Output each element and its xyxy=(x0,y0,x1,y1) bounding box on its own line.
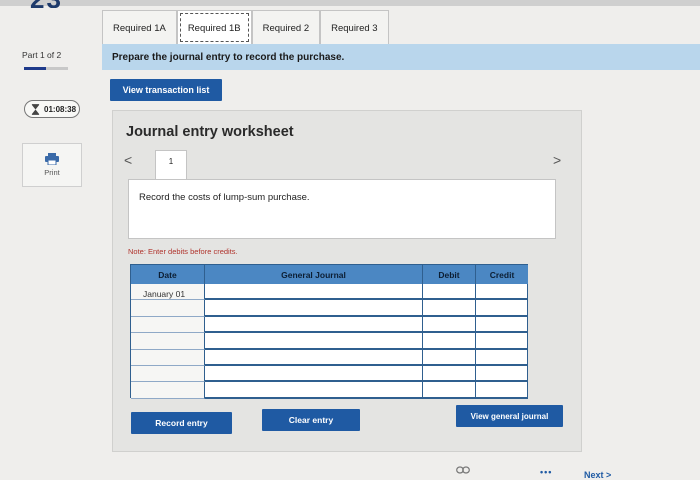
row-4-credit-cell[interactable] xyxy=(476,333,528,350)
row-5-account-cell[interactable] xyxy=(205,349,423,366)
row-5-credit-cell[interactable] xyxy=(476,350,528,366)
part-progress-empty xyxy=(46,67,68,70)
tab-required-3[interactable]: Required 3 xyxy=(320,10,389,45)
row-1-date-cell[interactable]: January 01 xyxy=(131,284,205,301)
row-6-account-cell[interactable] xyxy=(205,366,423,383)
journal-table: Date General Journal Debit Credit Januar… xyxy=(130,264,528,399)
part-label: Part 1 of 2 xyxy=(22,50,62,60)
row-6-date-cell[interactable] xyxy=(131,366,205,383)
row-3-date-cell[interactable] xyxy=(131,316,205,334)
row-2-account-cell[interactable] xyxy=(205,300,423,317)
row-1-debit-cell[interactable] xyxy=(423,284,476,301)
prev-page-icon[interactable]: < xyxy=(124,152,132,168)
timer-value: 01:08:38 xyxy=(44,104,77,114)
col-header-credit: Credit xyxy=(476,265,528,284)
more-dots-icon[interactable]: ••• xyxy=(540,467,552,477)
tab-required-1a[interactable]: Required 1A xyxy=(102,10,177,45)
clear-entry-button[interactable]: Clear entry xyxy=(262,409,360,431)
page-tab-1[interactable]: 1 xyxy=(155,150,187,180)
view-transaction-list-button[interactable]: View transaction list xyxy=(110,79,222,101)
hourglass-icon xyxy=(31,103,40,115)
row-4-account-cell[interactable] xyxy=(205,333,423,350)
printer-icon xyxy=(45,153,59,165)
row-3-debit-cell[interactable] xyxy=(423,316,476,334)
row-3-account-cell[interactable] xyxy=(205,316,423,334)
col-header-date: Date xyxy=(131,265,205,284)
row-6-credit-cell[interactable] xyxy=(476,366,528,383)
row-1-account-cell[interactable] xyxy=(205,284,423,301)
tab-bar: Required 1A Required 1B Required 2 Requi… xyxy=(102,10,389,45)
col-header-debit: Debit xyxy=(423,265,476,284)
row-2-credit-cell[interactable] xyxy=(476,300,528,317)
row-6-debit-cell[interactable] xyxy=(423,366,476,383)
tab-required-2[interactable]: Required 2 xyxy=(251,10,321,45)
tab-required-1b[interactable]: Required 1B xyxy=(176,10,252,45)
row-7-date-cell[interactable] xyxy=(131,382,205,399)
next-button[interactable]: Next > xyxy=(584,470,611,480)
row-3-credit-cell[interactable] xyxy=(476,317,528,334)
row-7-debit-cell[interactable] xyxy=(423,382,476,399)
record-entry-button[interactable]: Record entry xyxy=(131,412,232,434)
print-label: Print xyxy=(44,168,60,177)
timer[interactable]: 01:08:38 xyxy=(24,100,80,118)
part-progress-filled xyxy=(24,67,46,70)
row-7-credit-cell[interactable] xyxy=(476,382,528,399)
entry-instruction: Record the costs of lump-sum purchase. xyxy=(128,179,556,239)
instruction-banner: Prepare the journal entry to record the … xyxy=(102,44,700,70)
part-number: 23 xyxy=(20,0,72,8)
row-7-account-cell[interactable] xyxy=(205,382,423,399)
col-header-general-journal: General Journal xyxy=(205,265,423,284)
next-page-icon[interactable]: > xyxy=(553,152,561,168)
link-icon[interactable] xyxy=(456,466,470,474)
row-1-credit-cell[interactable] xyxy=(476,284,528,301)
view-general-journal-button[interactable]: View general journal xyxy=(456,405,563,427)
debit-credit-note: Note: Enter debits before credits. xyxy=(128,247,238,256)
row-4-debit-cell[interactable] xyxy=(423,333,476,350)
print-button[interactable]: Print xyxy=(22,143,82,187)
row-2-debit-cell[interactable] xyxy=(423,300,476,317)
next-label: Next xyxy=(584,470,604,480)
row-2-date-cell[interactable] xyxy=(131,300,205,317)
top-strip xyxy=(0,0,700,6)
row-5-date-cell[interactable] xyxy=(131,349,205,366)
worksheet-title: Journal entry worksheet xyxy=(126,124,294,140)
row-5-debit-cell[interactable] xyxy=(423,349,476,366)
row-4-date-cell[interactable] xyxy=(131,333,205,350)
